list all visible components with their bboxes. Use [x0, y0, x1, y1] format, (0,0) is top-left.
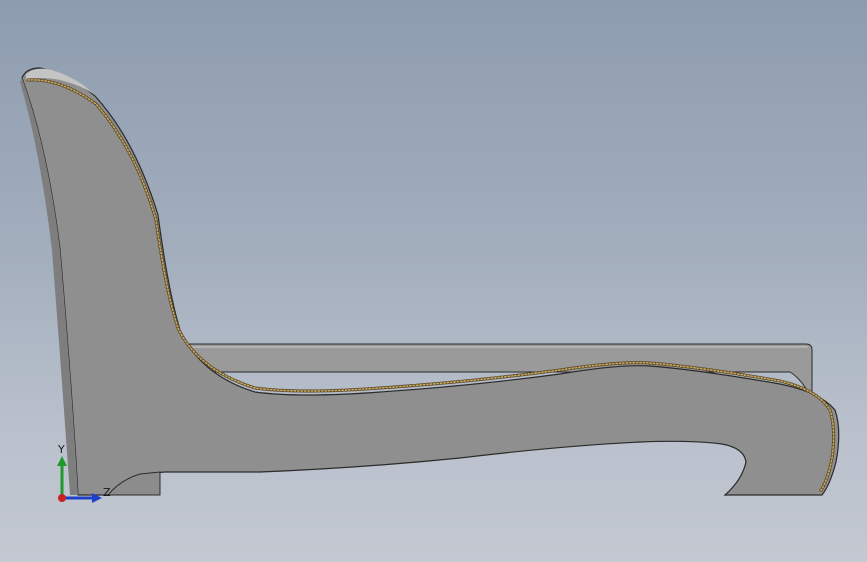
coordinate-triad: Y Z — [57, 443, 111, 503]
chaise-body[interactable] — [21, 67, 840, 496]
y-axis-arrow-icon — [57, 456, 67, 466]
graphics-viewport[interactable]: Y Z — [0, 0, 867, 562]
z-axis-arrow-icon — [92, 493, 102, 503]
model-view[interactable] — [0, 0, 867, 562]
x-axis-dot-icon — [58, 494, 66, 502]
z-axis-label: Z — [103, 486, 111, 499]
y-axis-label: Y — [57, 443, 65, 456]
